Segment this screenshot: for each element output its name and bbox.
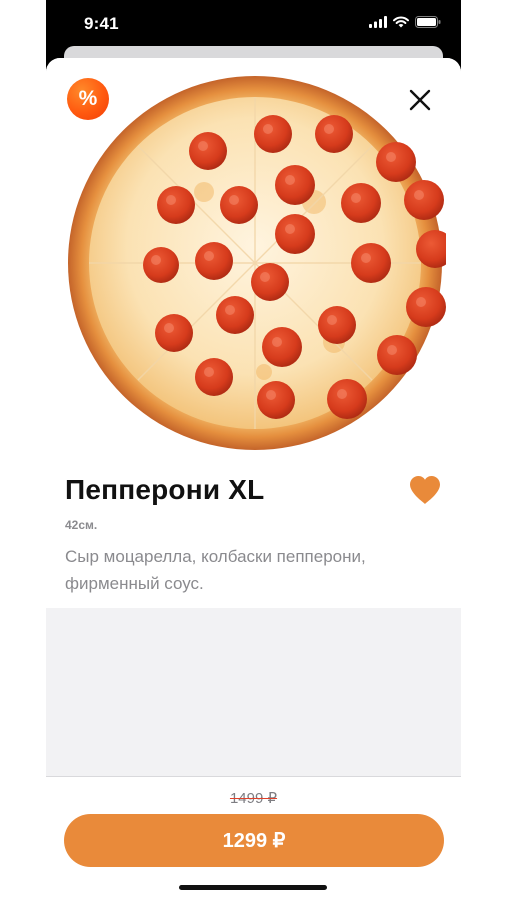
battery-icon <box>415 16 441 28</box>
status-time: 9:41 <box>84 14 119 33</box>
phone-frame: 9:41 % Пепперони XL 42см. Сыр моцарелла,… <box>46 0 461 900</box>
favorite-button[interactable] <box>408 474 442 506</box>
pizza-image <box>64 72 454 454</box>
status-bar: 9:41 <box>46 0 461 50</box>
product-sheet: % Пепперони XL 42см. Сыр моцарелла, колб… <box>46 58 461 900</box>
pepperoni-pizza-icon <box>68 76 454 450</box>
home-indicator <box>179 885 327 890</box>
close-button[interactable] <box>404 84 436 116</box>
close-icon <box>409 89 431 111</box>
heart-icon <box>410 476 440 504</box>
discount-badge: % <box>67 78 109 120</box>
old-price: 1499 ₽ <box>229 790 278 807</box>
wifi-icon <box>393 16 409 28</box>
product-description: Сыр моцарелла, колбаски пепперони, фирме… <box>65 547 366 593</box>
purchase-bar: 1499 ₽ 1299 ₽ <box>46 776 461 900</box>
signal-icon <box>369 16 387 28</box>
add-to-cart-button[interactable]: 1299 ₽ <box>64 814 444 867</box>
product-title: Пепперони XL <box>65 474 265 505</box>
product-size: 42см. <box>65 518 98 532</box>
status-icons <box>369 16 441 28</box>
product-card: % Пепперони XL 42см. Сыр моцарелла, колб… <box>46 58 461 608</box>
